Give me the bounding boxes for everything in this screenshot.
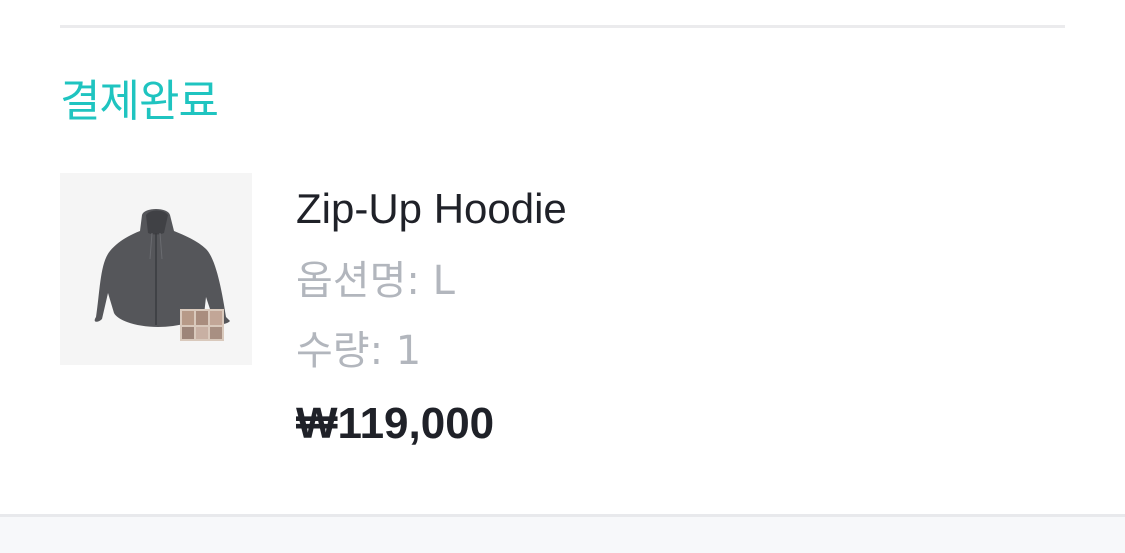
order-product-card[interactable]: Zip-Up Hoodie 옵션명: L 수량: 1 ₩119,000 bbox=[60, 173, 1065, 463]
product-thumbnail[interactable] bbox=[60, 173, 252, 365]
product-price: ₩119,000 bbox=[296, 399, 495, 448]
product-quantity: 수량: 1 bbox=[296, 328, 422, 374]
product-name[interactable]: Zip-Up Hoodie bbox=[296, 185, 567, 233]
hoodie-product-image bbox=[60, 173, 252, 365]
product-option: 옵션명: L bbox=[296, 258, 455, 304]
top-divider bbox=[60, 25, 1065, 28]
order-status-title: 결제완료 bbox=[60, 76, 219, 127]
order-item-page: 결제완료 Zip-Up Hoodie 옵션명: L 수량: 1 ₩119,000 bbox=[0, 0, 1125, 553]
section-footer-background bbox=[0, 517, 1125, 553]
